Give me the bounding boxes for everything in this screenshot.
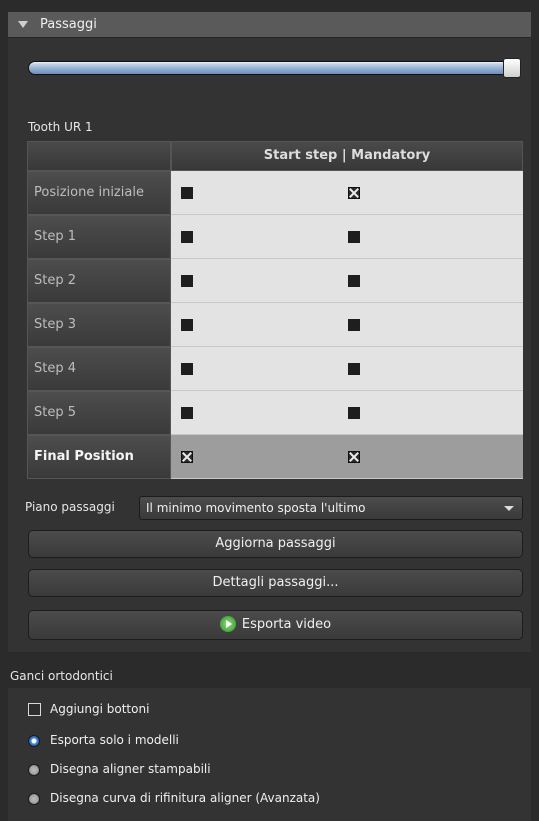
start-step-checkbox[interactable]: [181, 407, 193, 419]
radio-icon[interactable]: [28, 793, 40, 805]
table-row: Step 1: [27, 215, 523, 259]
plan-dropdown[interactable]: Il minimo movimento sposta l'ultimo: [139, 496, 523, 520]
row-cells: [171, 391, 523, 435]
row-cells: [171, 171, 523, 215]
row-label: Step 3: [27, 303, 171, 347]
table-corner-header: [27, 141, 171, 171]
column-header: Start step | Mandatory: [171, 141, 523, 171]
tooth-label: Tooth UR 1: [28, 120, 93, 134]
radio-label: Disegna curva di rifinitura aligner (Ava…: [50, 791, 320, 805]
mandatory-checkbox[interactable]: [348, 231, 360, 243]
table-row: Final Position: [27, 435, 523, 479]
row-cells: [171, 435, 523, 479]
step-slider-handle[interactable]: [503, 58, 521, 78]
radio-label: Disegna aligner stampabili: [50, 762, 211, 776]
collapse-triangle-icon[interactable]: [18, 21, 28, 28]
table-row: Posizione iniziale: [27, 171, 523, 215]
start-step-checkbox[interactable]: [181, 319, 193, 331]
table-row: Step 2: [27, 259, 523, 303]
step-details-button[interactable]: Dettagli passaggi...: [28, 569, 523, 597]
export-video-label: Esporta video: [241, 617, 332, 632]
table-row: Step 3: [27, 303, 523, 347]
row-label: Final Position: [27, 435, 171, 479]
row-label: Step 1: [27, 215, 171, 259]
row-label: Step 2: [27, 259, 171, 303]
chevron-down-icon[interactable]: [504, 506, 514, 511]
row-label: Posizione iniziale: [27, 171, 171, 215]
row-cells: [171, 347, 523, 391]
hooks-section-header[interactable]: Ganci ortodontici: [0, 664, 539, 688]
radio-icon[interactable]: [28, 764, 40, 776]
mandatory-checkbox[interactable]: [348, 319, 360, 331]
start-step-checkbox[interactable]: [181, 231, 193, 243]
mandatory-checkbox[interactable]: [348, 187, 360, 199]
radio-selected-icon[interactable]: [28, 735, 40, 747]
start-step-checkbox[interactable]: [181, 275, 193, 287]
export-video-icon: [219, 615, 236, 632]
row-cells: [171, 215, 523, 259]
passaggi-section-header[interactable]: Passaggi: [8, 12, 531, 38]
start-step-checkbox[interactable]: [181, 187, 193, 199]
row-cells: [171, 259, 523, 303]
mandatory-checkbox[interactable]: [348, 363, 360, 375]
step-slider[interactable]: [28, 61, 515, 75]
plan-label: Piano passaggi: [25, 500, 115, 514]
checkbox-icon[interactable]: [28, 703, 41, 716]
section-title: Passaggi: [40, 17, 97, 32]
add-buttons-label: Aggiungi bottoni: [50, 702, 150, 716]
export-video-button[interactable]: Esporta video: [28, 610, 523, 640]
row-cells: [171, 303, 523, 347]
radio-label: Esporta solo i modelli: [50, 733, 179, 747]
table-row: Step 4: [27, 347, 523, 391]
start-step-checkbox[interactable]: [181, 451, 193, 463]
hooks-section-title: Ganci ortodontici: [10, 669, 113, 683]
table-row: Step 5: [27, 391, 523, 435]
table-header-row: Start step | Mandatory: [27, 141, 523, 171]
plan-dropdown-value: Il minimo movimento sposta l'ultimo: [146, 501, 366, 515]
row-label: Step 5: [27, 391, 171, 435]
update-steps-button[interactable]: Aggiorna passaggi: [28, 530, 523, 558]
mandatory-checkbox[interactable]: [348, 451, 360, 463]
row-label: Step 4: [27, 347, 171, 391]
mandatory-checkbox[interactable]: [348, 275, 360, 287]
start-step-checkbox[interactable]: [181, 363, 193, 375]
mandatory-checkbox[interactable]: [348, 407, 360, 419]
